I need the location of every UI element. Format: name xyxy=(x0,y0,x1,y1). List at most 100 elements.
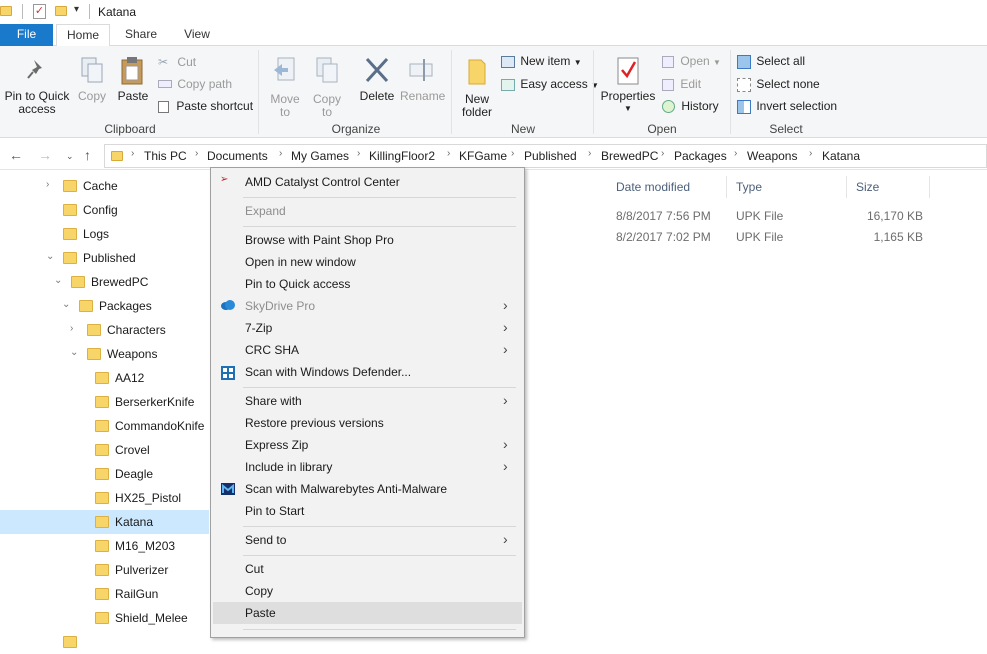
column-divider xyxy=(726,176,727,198)
tree-item[interactable]: Logs xyxy=(0,222,209,246)
rename-icon xyxy=(409,59,433,81)
tree-item[interactable]: HX25_Pistol xyxy=(0,486,209,510)
menu-item-expand[interactable]: Expand xyxy=(213,200,522,222)
folder-icon xyxy=(0,6,12,16)
address-bar[interactable]: › This PC › Documents › My Games › Killi… xyxy=(104,144,987,168)
menu-item-label: Copy xyxy=(245,584,274,598)
tree-item[interactable]: › Cache xyxy=(0,174,209,198)
tree-item[interactable]: RailGun xyxy=(0,582,209,606)
chevron-down-icon[interactable]: ⌄ xyxy=(54,275,62,286)
breadcrumb-my-games[interactable]: My Games xyxy=(291,149,349,163)
breadcrumb-weapons[interactable]: Weapons xyxy=(747,149,797,163)
back-icon[interactable]: ← xyxy=(9,147,23,163)
tree-item[interactable]: ⌄ Published xyxy=(0,246,209,270)
breadcrumb-documents[interactable]: Documents xyxy=(207,149,268,163)
new-folder-icon[interactable] xyxy=(55,6,67,16)
properties-icon[interactable]: ✓ xyxy=(33,4,46,19)
tree-item[interactable] xyxy=(0,630,209,654)
copy-path-button[interactable]: Copy path xyxy=(158,77,232,91)
column-header-date[interactable]: Date modified xyxy=(616,180,690,194)
tree-item-selected[interactable]: Katana xyxy=(0,510,209,534)
cut-button[interactable]: ✂ Cut xyxy=(158,55,196,69)
breadcrumb-killingfloor2[interactable]: KillingFloor2 xyxy=(369,149,435,163)
select-all-label: Select all xyxy=(756,54,806,68)
tree-item-label: HX25_Pistol xyxy=(115,491,182,505)
menu-item-send-to[interactable]: Send to › xyxy=(213,529,522,551)
select-none-button[interactable]: Select none xyxy=(737,77,820,92)
invert-selection-button[interactable]: Invert selection xyxy=(737,99,837,114)
folder-icon xyxy=(95,396,109,408)
chevron-down-icon[interactable]: ⌄ xyxy=(46,251,54,262)
menu-item-pin-quick-access[interactable]: Pin to Quick access xyxy=(213,273,522,295)
chevron-down-icon[interactable]: ⌄ xyxy=(70,347,78,358)
chevron-right-icon: › xyxy=(503,531,508,547)
easy-access-button[interactable]: Easy access ▼ xyxy=(501,77,599,91)
folder-icon xyxy=(95,444,109,456)
menu-item-windows-defender[interactable]: Scan with Windows Defender... xyxy=(213,361,522,383)
menu-item-share-with[interactable]: Share with › xyxy=(213,390,522,412)
new-item-button[interactable]: New item ▼ xyxy=(501,54,582,68)
tree-item[interactable]: BerserkerKnife xyxy=(0,390,209,414)
tab-view[interactable]: View xyxy=(176,24,218,46)
chevron-right-icon: › xyxy=(447,148,451,159)
select-all-button[interactable]: Select all xyxy=(737,54,805,69)
menu-item-crc-sha[interactable]: CRC SHA › xyxy=(213,339,522,361)
tab-share[interactable]: Share xyxy=(118,24,164,46)
tab-home[interactable]: Home xyxy=(56,24,110,47)
chevron-right-icon: › xyxy=(503,297,508,313)
tree-item[interactable]: Crovel xyxy=(0,438,209,462)
tree-item[interactable]: › Characters xyxy=(0,318,209,342)
edit-button[interactable]: Edit xyxy=(662,77,701,91)
tree-item[interactable]: Config xyxy=(0,198,209,222)
menu-item-browse-paint-shop-pro[interactable]: Browse with Paint Shop Pro xyxy=(213,229,522,251)
menu-item-cut[interactable]: Cut xyxy=(213,558,522,580)
menu-item-express-zip[interactable]: Express Zip › xyxy=(213,434,522,456)
column-header-type[interactable]: Type xyxy=(736,180,762,194)
paste-shortcut-button[interactable]: Paste shortcut xyxy=(158,99,253,113)
breadcrumb-this-pc[interactable]: This PC xyxy=(144,149,187,163)
tree-item[interactable]: ⌄ Packages xyxy=(0,294,209,318)
menu-item-pin-to-start[interactable]: Pin to Start xyxy=(213,500,522,522)
recent-locations-icon[interactable]: ⌄ xyxy=(66,151,74,162)
customize-toolbar-icon[interactable]: ▾ xyxy=(74,4,79,15)
menu-item-restore-previous-versions[interactable]: Restore previous versions xyxy=(213,412,522,434)
dropdown-arrow-icon: ▼ xyxy=(573,58,582,67)
tree-item-label: Deagle xyxy=(115,467,154,481)
breadcrumb-katana[interactable]: Katana xyxy=(822,149,860,163)
menu-item-include-in-library[interactable]: Include in library › xyxy=(213,456,522,478)
chevron-right-icon[interactable]: › xyxy=(70,323,73,334)
menu-item-open-new-window[interactable]: Open in new window xyxy=(213,251,522,273)
breadcrumb-packages[interactable]: Packages xyxy=(674,149,727,163)
chevron-down-icon[interactable]: ⌄ xyxy=(62,299,70,310)
column-header-size[interactable]: Size xyxy=(856,180,879,194)
menu-item-label: Pin to Start xyxy=(245,504,305,518)
breadcrumb-kfgame[interactable]: KFGame xyxy=(459,149,507,163)
tab-file[interactable]: File xyxy=(0,24,53,46)
history-button[interactable]: History xyxy=(662,99,719,114)
tree-item[interactable]: Deagle xyxy=(0,462,209,486)
menu-item-skydrive-pro[interactable]: SkyDrive Pro › xyxy=(213,295,522,317)
tree-item[interactable]: Pulverizer xyxy=(0,558,209,582)
tree-item[interactable]: ⌄ BrewedPC xyxy=(0,270,209,294)
tree-item[interactable]: M16_M203 xyxy=(0,534,209,558)
dropdown-arrow-icon: ▼ xyxy=(624,104,632,113)
context-menu: ➢ AMD Catalyst Control Center Expand Bro… xyxy=(210,167,525,638)
menu-item-amd-catalyst[interactable]: ➢ AMD Catalyst Control Center xyxy=(213,171,522,193)
chevron-right-icon: › xyxy=(661,148,665,159)
tree-item[interactable]: CommandoKnife xyxy=(0,414,209,438)
chevron-right-icon[interactable]: › xyxy=(46,179,49,190)
menu-item-copy[interactable]: Copy xyxy=(213,580,522,602)
breadcrumb-published[interactable]: Published xyxy=(524,149,577,163)
tree-item[interactable]: Shield_Melee xyxy=(0,606,209,630)
breadcrumb-brewedpc[interactable]: BrewedPC xyxy=(601,149,658,163)
menu-item-paste[interactable]: Paste xyxy=(213,602,522,624)
group-separator xyxy=(593,50,594,134)
open-button[interactable]: Open ▼ xyxy=(662,54,721,68)
tree-item[interactable]: ⌄ Weapons xyxy=(0,342,209,366)
up-icon[interactable]: ↑ xyxy=(84,147,91,163)
forward-icon[interactable]: → xyxy=(38,147,52,163)
menu-item-malwarebytes[interactable]: Scan with Malwarebytes Anti-Malware xyxy=(213,478,522,500)
select-none-icon xyxy=(737,77,751,92)
tree-item[interactable]: AA12 xyxy=(0,366,209,390)
menu-item-7zip[interactable]: 7-Zip › xyxy=(213,317,522,339)
